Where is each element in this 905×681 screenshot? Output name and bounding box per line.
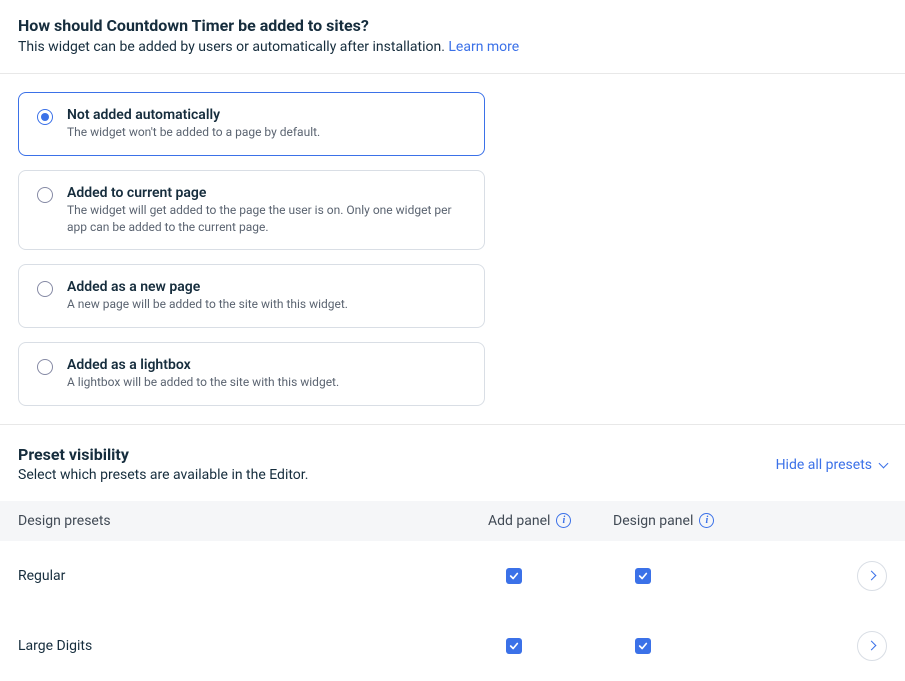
hide-all-label: Hide all presets bbox=[776, 457, 872, 473]
info-icon[interactable]: i bbox=[556, 513, 571, 528]
table-header: Design presets Add panel i Design panel … bbox=[0, 501, 905, 541]
checkbox-add-panel[interactable] bbox=[506, 568, 522, 584]
section-title: How should Countdown Timer be added to s… bbox=[18, 16, 887, 35]
radio-desc: The widget won't be added to a page by d… bbox=[67, 124, 466, 141]
table-row: Regular bbox=[0, 541, 905, 611]
check-icon bbox=[509, 571, 519, 581]
col-design-presets: Design presets bbox=[18, 513, 488, 529]
radio-button-icon bbox=[37, 359, 53, 375]
preset-name: Regular bbox=[18, 568, 488, 584]
hide-all-presets-link[interactable]: Hide all presets bbox=[776, 457, 887, 473]
col-add-panel: Add panel i bbox=[488, 513, 613, 529]
chevron-right-icon bbox=[866, 641, 876, 651]
learn-more-link[interactable]: Learn more bbox=[448, 39, 519, 55]
section-subtitle: This widget can be added by users or aut… bbox=[18, 39, 887, 55]
radio-option-new-page[interactable]: Added as a new page A new page will be a… bbox=[18, 264, 485, 328]
radio-button-icon bbox=[37, 281, 53, 297]
radio-option-not-added[interactable]: Not added automatically The widget won't… bbox=[18, 92, 485, 156]
check-icon bbox=[509, 641, 519, 651]
subtitle-text: This widget can be added by users or aut… bbox=[18, 39, 445, 55]
expand-button[interactable] bbox=[857, 631, 887, 661]
expand-button[interactable] bbox=[857, 561, 887, 591]
preset-header: Preset visibility Select which presets a… bbox=[0, 424, 905, 501]
radio-title: Added as a new page bbox=[67, 279, 466, 295]
radio-option-current-page[interactable]: Added to current page The widget will ge… bbox=[18, 170, 485, 251]
radio-group: Not added automatically The widget won't… bbox=[0, 74, 905, 424]
radio-desc: The widget will get added to the page th… bbox=[67, 202, 466, 236]
preset-name: Large Digits bbox=[18, 638, 488, 654]
checkbox-add-panel[interactable] bbox=[506, 638, 522, 654]
radio-title: Added as a lightbox bbox=[67, 357, 466, 373]
preset-title: Preset visibility bbox=[18, 445, 308, 464]
check-icon bbox=[638, 641, 648, 651]
col-design-panel: Design panel i bbox=[613, 513, 847, 529]
check-icon bbox=[638, 571, 648, 581]
radio-button-icon bbox=[37, 109, 53, 125]
radio-button-icon bbox=[37, 187, 53, 203]
checkbox-design-panel[interactable] bbox=[635, 638, 651, 654]
info-icon[interactable]: i bbox=[699, 513, 714, 528]
preset-subtitle: Select which presets are available in th… bbox=[18, 467, 308, 483]
radio-desc: A lightbox will be added to the site wit… bbox=[67, 374, 466, 391]
radio-desc: A new page will be added to the site wit… bbox=[67, 296, 466, 313]
table-row: Large Digits bbox=[0, 611, 905, 681]
radio-title: Not added automatically bbox=[67, 107, 466, 123]
radio-option-lightbox[interactable]: Added as a lightbox A lightbox will be a… bbox=[18, 342, 485, 406]
radio-title: Added to current page bbox=[67, 185, 466, 201]
checkbox-design-panel[interactable] bbox=[635, 568, 651, 584]
chevron-right-icon bbox=[866, 571, 876, 581]
section-header: How should Countdown Timer be added to s… bbox=[0, 0, 905, 74]
chevron-down-icon bbox=[879, 459, 889, 469]
